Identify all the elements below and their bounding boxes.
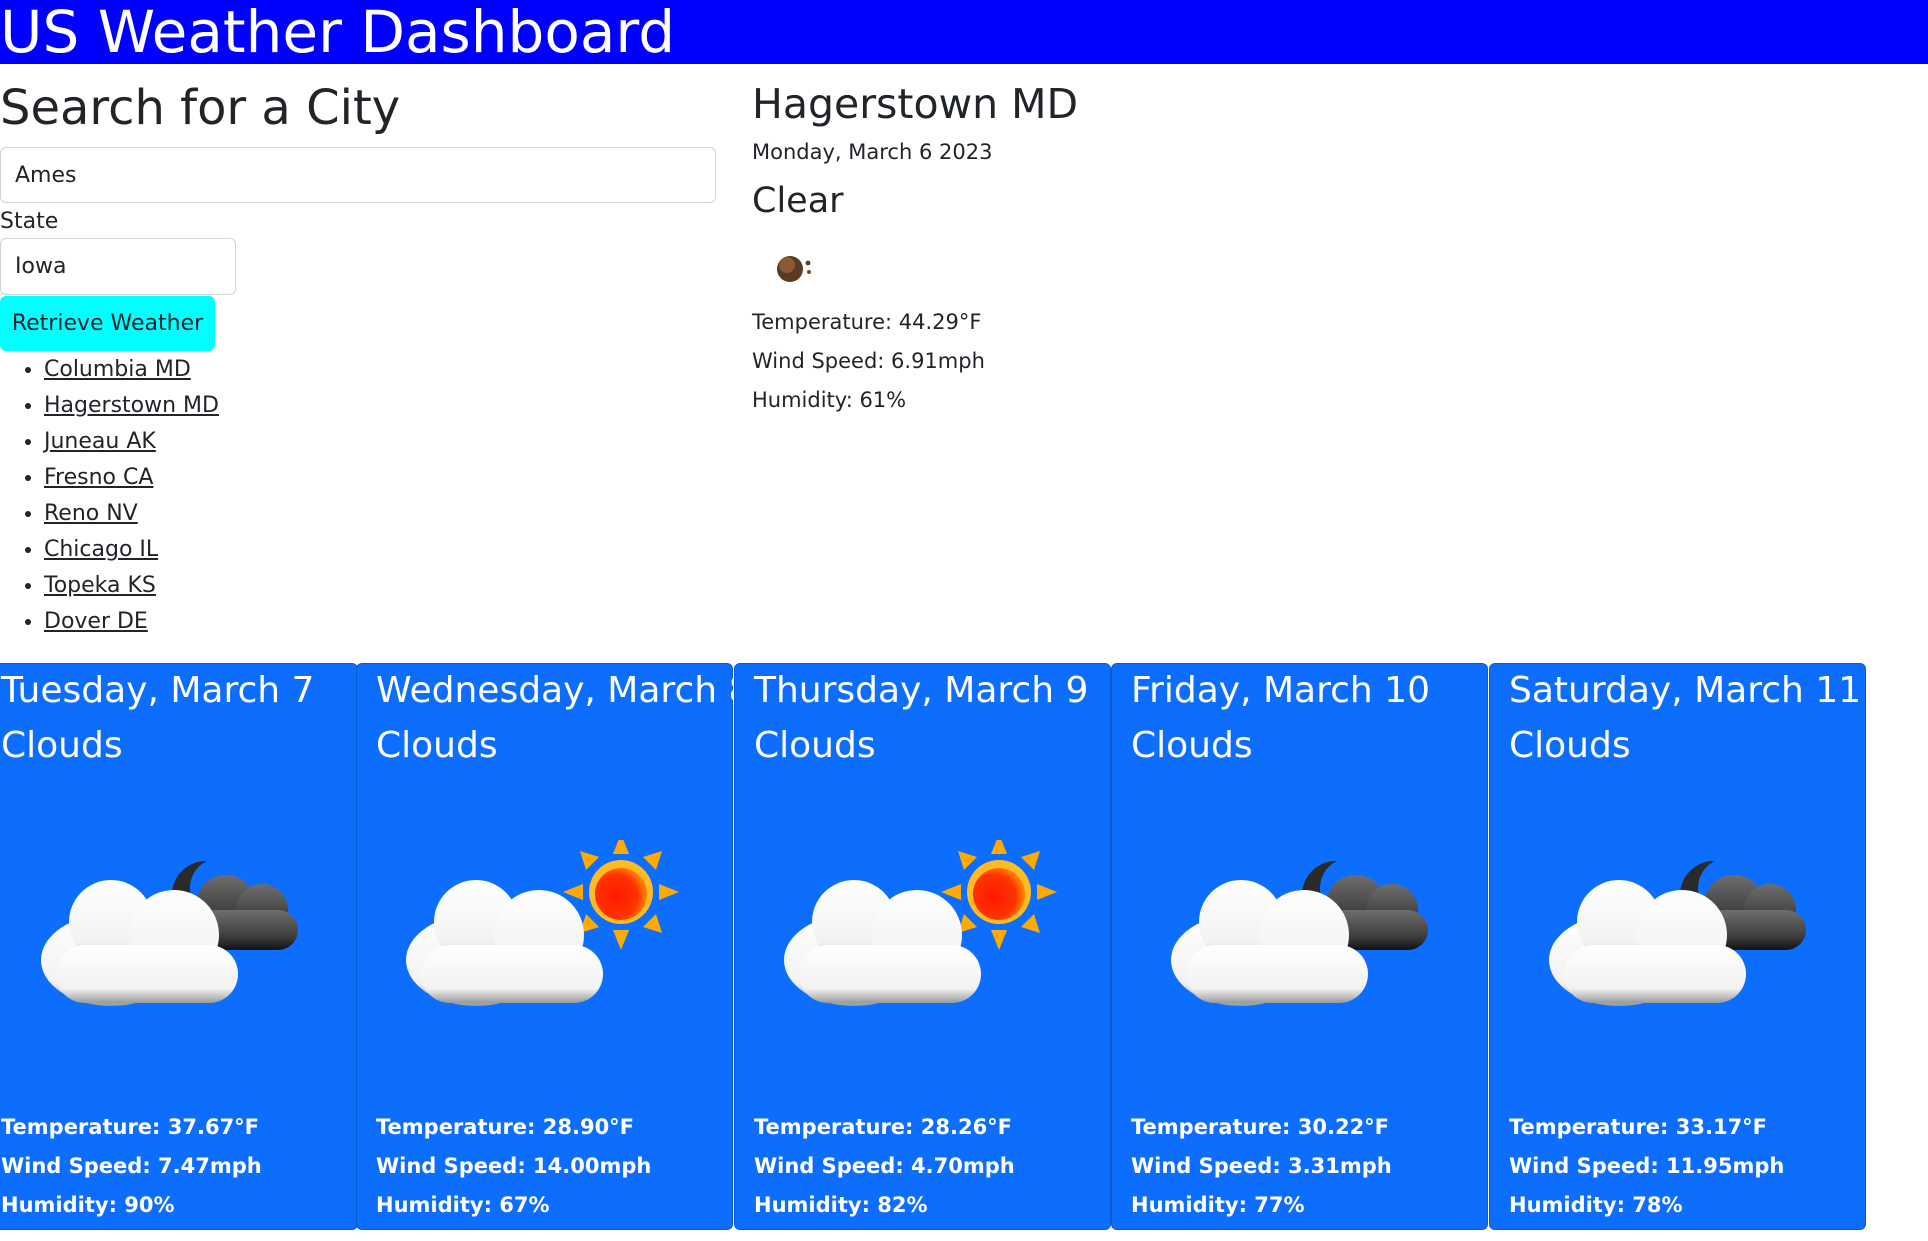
cloud-night-icon: [41, 858, 298, 1006]
forecast-condition: Clouds: [1, 725, 123, 766]
forecast-wind-speed: Wind Speed: 7.47mph: [1, 1154, 262, 1178]
history-link-fresno-ca[interactable]: Fresno CA: [44, 465, 153, 490]
forecast-temperature: Temperature: 28.26°F: [754, 1115, 1013, 1139]
forecast-humidity: Humidity: 77%: [1131, 1193, 1305, 1217]
current-temperature: Temperature: 44.29°F: [752, 310, 982, 334]
current-condition: Clear: [752, 181, 844, 221]
state-input[interactable]: [0, 238, 236, 295]
history-item: Topeka KS: [44, 568, 219, 604]
app-header: US Weather Dashboard: [0, 0, 1928, 66]
forecast-wind-speed: Wind Speed: 4.70mph: [754, 1154, 1015, 1178]
forecast-wind-speed: Wind Speed: 14.00mph: [376, 1154, 652, 1178]
forecast-date: Tuesday, March 7: [1, 670, 315, 711]
state-label: State: [0, 209, 59, 234]
cloud-night-icon: [1171, 858, 1428, 1006]
clear-night-moon-icon: [777, 256, 811, 282]
cloud-night-icon: [1549, 858, 1806, 1006]
history-item: Columbia MD: [44, 352, 219, 388]
forecast-wind-speed: Wind Speed: 11.95mph: [1509, 1154, 1785, 1178]
forecast-date: Wednesday, March 8: [376, 670, 752, 711]
forecast-humidity: Humidity: 78%: [1509, 1193, 1683, 1217]
forecast-humidity: Humidity: 67%: [376, 1193, 550, 1217]
history-item: Fresno CA: [44, 460, 219, 496]
search-heading: Search for a City: [0, 80, 401, 136]
history-link-reno-nv[interactable]: Reno NV: [44, 501, 138, 526]
forecast-condition: Clouds: [1509, 725, 1631, 766]
forecast-temperature: Temperature: 28.90°F: [376, 1115, 635, 1139]
app-title: US Weather Dashboard: [0, 0, 676, 66]
history-item: Hagerstown MD: [44, 388, 219, 424]
forecast-card: Wednesday, March 8 Clouds Temperature: 2…: [356, 663, 751, 1230]
history-item: Reno NV: [44, 496, 219, 532]
forecast-condition: Clouds: [754, 725, 876, 766]
current-city-title: Hagerstown MD: [752, 80, 1079, 128]
forecast-card: Tuesday, March 7 Clouds Temperature: 37.…: [0, 663, 358, 1230]
history-link-columbia-md[interactable]: Columbia MD: [44, 357, 191, 382]
cloud-sun-icon: [406, 840, 679, 1006]
history-link-hagerstown-md[interactable]: Hagerstown MD: [44, 393, 219, 418]
history-link-dover-de[interactable]: Dover DE: [44, 609, 148, 634]
forecast-humidity: Humidity: 82%: [754, 1193, 928, 1217]
history-item: Dover DE: [44, 604, 219, 640]
current-date: Monday, March 6 2023: [752, 140, 993, 164]
forecast-temperature: Temperature: 33.17°F: [1509, 1115, 1768, 1139]
forecast-card: Saturday, March 11 Clouds Temperature: 3…: [1489, 663, 1866, 1230]
history-link-juneau-ak[interactable]: Juneau AK: [44, 429, 156, 454]
forecast-humidity: Humidity: 90%: [1, 1193, 175, 1217]
current-humidity: Humidity: 61%: [752, 388, 907, 412]
current-wind-speed: Wind Speed: 6.91mph: [752, 349, 985, 373]
forecast-wind-speed: Wind Speed: 3.31mph: [1131, 1154, 1392, 1178]
retrieve-weather-button[interactable]: Retrieve Weather: [0, 296, 215, 351]
forecast-date: Thursday, March 9: [754, 670, 1089, 711]
history-item: Chicago IL: [44, 532, 219, 568]
forecast-date: Friday, March 10: [1131, 670, 1430, 711]
forecast-card: Friday, March 10 Clouds Temperature: 30.…: [1111, 663, 1488, 1230]
forecast-condition: Clouds: [1131, 725, 1253, 766]
forecast-temperature: Temperature: 37.67°F: [1, 1115, 260, 1139]
city-input[interactable]: [0, 147, 716, 203]
forecast-date: Saturday, March 11: [1509, 670, 1862, 711]
forecast-temperature: Temperature: 30.22°F: [1131, 1115, 1390, 1139]
history-link-topeka-ks[interactable]: Topeka KS: [44, 573, 156, 598]
forecast-condition: Clouds: [376, 725, 498, 766]
history-link-chicago-il[interactable]: Chicago IL: [44, 537, 158, 562]
forecast-card: Thursday, March 9 Clouds Temperature: 28…: [734, 663, 1111, 1230]
search-history-list: Columbia MD Hagerstown MD Juneau AK Fres…: [0, 352, 219, 640]
cloud-sun-icon: [784, 840, 1057, 1006]
history-item: Juneau AK: [44, 424, 219, 460]
